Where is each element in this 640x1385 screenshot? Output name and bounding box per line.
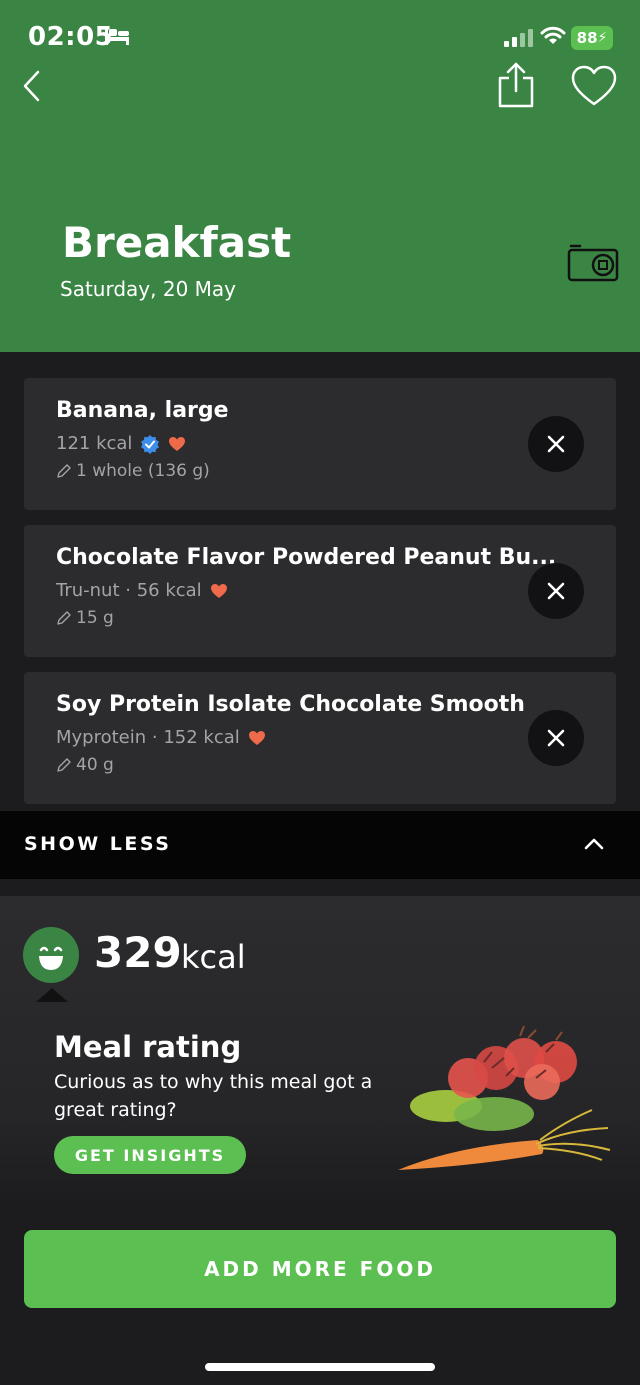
wifi-icon bbox=[540, 26, 566, 44]
show-less-label: SHOW LESS bbox=[24, 833, 172, 855]
verified-badge-icon bbox=[141, 434, 160, 454]
food-name: Chocolate Flavor Powdered Peanut Bu... bbox=[56, 545, 557, 570]
total-kcal-unit: kcal bbox=[181, 938, 246, 976]
food-meta: Myprotein · 152 kcal bbox=[56, 727, 266, 748]
meal-rating-title: Meal rating bbox=[54, 1030, 242, 1064]
show-less-toggle[interactable]: SHOW LESS bbox=[0, 811, 640, 879]
battery-indicator: 88 ⚡ bbox=[571, 26, 613, 50]
food-portion[interactable]: 15 g bbox=[56, 608, 114, 628]
status-time: 02:05 bbox=[28, 22, 114, 52]
close-icon bbox=[547, 435, 565, 453]
food-meta: Tru-nut · 56 kcal bbox=[56, 580, 228, 601]
remove-food-button[interactable] bbox=[528, 563, 584, 619]
food-brand-kcal: Myprotein · 152 kcal bbox=[56, 727, 240, 748]
add-more-food-button[interactable]: ADD MORE FOOD bbox=[24, 1230, 616, 1308]
food-item-card[interactable]: Banana, large 121 kcal 1 whole (136 g) bbox=[24, 378, 616, 510]
bed-icon bbox=[105, 29, 129, 45]
meal-rating-description: Curious as to why this meal got a great … bbox=[54, 1071, 373, 1121]
food-portion[interactable]: 40 g bbox=[56, 755, 114, 775]
share-button[interactable] bbox=[494, 60, 538, 110]
close-icon bbox=[547, 729, 565, 747]
heart-outline-icon bbox=[571, 65, 617, 106]
food-kcal: 56 kcal bbox=[136, 580, 202, 601]
get-insights-button[interactable]: GET INSIGHTS bbox=[54, 1136, 246, 1174]
battery-level: 88 bbox=[576, 29, 598, 47]
total-kcal-value: 329 bbox=[94, 928, 182, 977]
heart-filled-icon bbox=[210, 583, 227, 598]
food-brand: Myprotein bbox=[56, 727, 147, 748]
home-indicator[interactable] bbox=[205, 1363, 435, 1371]
heart-filled-icon bbox=[169, 436, 186, 451]
food-name: Banana, large bbox=[56, 398, 229, 423]
meta-separator: · bbox=[146, 727, 164, 748]
food-kcal: 152 kcal bbox=[163, 727, 240, 748]
close-icon bbox=[547, 582, 565, 600]
share-icon bbox=[498, 62, 534, 108]
signal-icon bbox=[504, 29, 533, 47]
back-button[interactable] bbox=[18, 66, 48, 106]
food-name: Soy Protein Isolate Chocolate Smooth bbox=[56, 692, 525, 717]
heart-filled-icon bbox=[248, 730, 265, 745]
food-portion[interactable]: 1 whole (136 g) bbox=[56, 461, 210, 481]
smile-icon bbox=[23, 927, 79, 983]
food-brand: Tru-nut bbox=[56, 580, 120, 601]
chevron-up-icon bbox=[584, 838, 604, 850]
back-icon bbox=[23, 70, 40, 102]
food-portion-text: 1 whole (136 g) bbox=[76, 461, 210, 481]
favorite-button[interactable] bbox=[570, 64, 618, 108]
pointer-triangle bbox=[36, 988, 68, 1002]
page-date: Saturday, 20 May bbox=[60, 277, 236, 301]
page-title: Breakfast bbox=[62, 218, 292, 267]
food-kcal: 121 kcal bbox=[56, 433, 133, 454]
header: 02:05 88 ⚡ Breakfast Saturday, 20 May bbox=[0, 0, 640, 352]
vegetables-illustration bbox=[398, 1025, 611, 1170]
remove-food-button[interactable] bbox=[528, 710, 584, 766]
camera-button[interactable] bbox=[566, 240, 620, 284]
food-portion-text: 15 g bbox=[76, 608, 114, 628]
food-item-card[interactable]: Soy Protein Isolate Chocolate Smooth Myp… bbox=[24, 672, 616, 804]
remove-food-button[interactable] bbox=[528, 416, 584, 472]
camera-icon bbox=[567, 244, 619, 282]
status-bar: 02:05 88 ⚡ bbox=[0, 0, 640, 60]
meal-rating-section: 329 kcal Meal rating Curious as to why t… bbox=[0, 896, 640, 1206]
food-portion-text: 40 g bbox=[76, 755, 114, 775]
pencil-icon bbox=[57, 758, 71, 772]
pencil-icon bbox=[57, 464, 71, 478]
pencil-icon bbox=[57, 611, 71, 625]
food-meta: 121 kcal bbox=[56, 433, 186, 454]
food-item-card[interactable]: Chocolate Flavor Powdered Peanut Bu... T… bbox=[24, 525, 616, 657]
food-brand-kcal: Tru-nut · 56 kcal bbox=[56, 580, 202, 601]
meta-separator: · bbox=[119, 580, 137, 601]
